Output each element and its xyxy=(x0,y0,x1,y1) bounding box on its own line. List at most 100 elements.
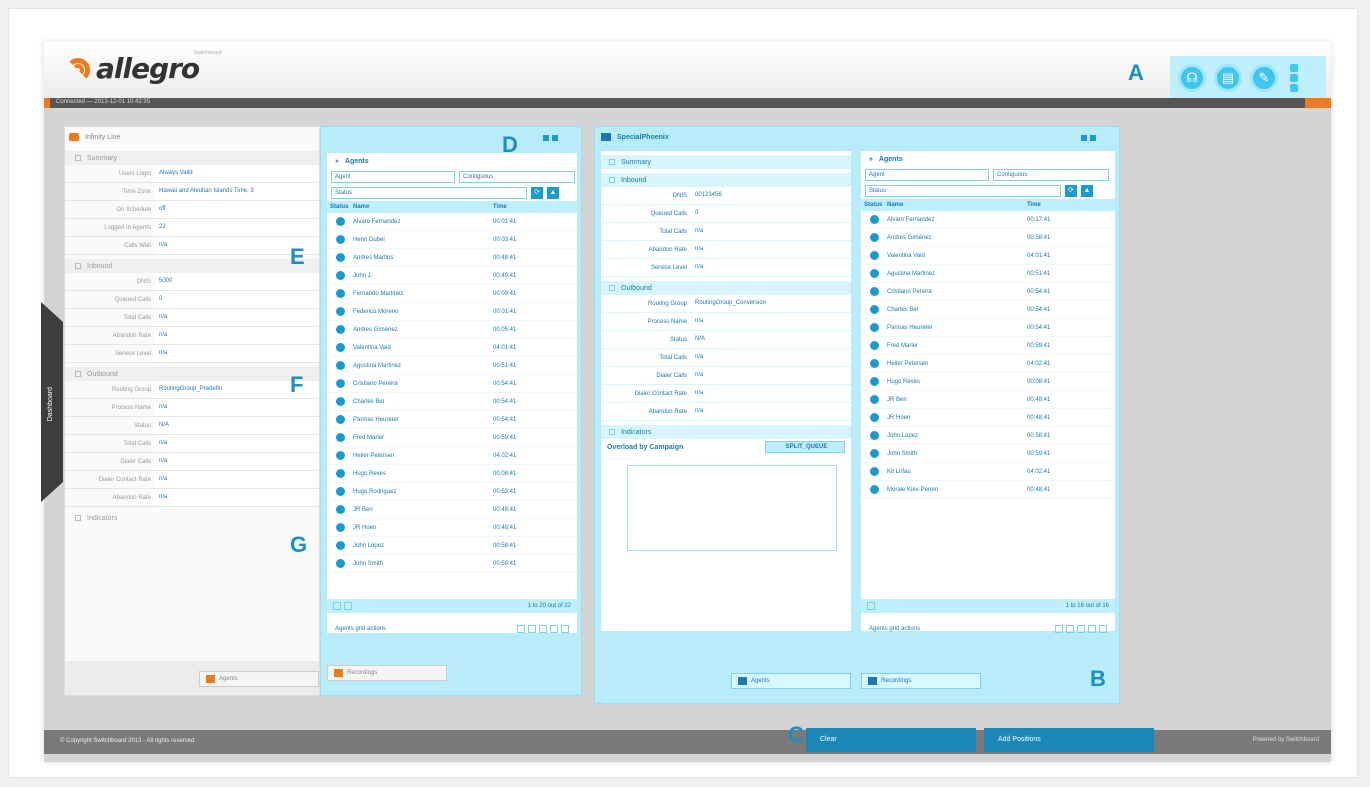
indicators-section-header[interactable]: Indicators xyxy=(65,511,319,525)
table-row[interactable]: Andres Giménez 00:58:41 xyxy=(861,229,1115,247)
table-row[interactable]: JR Ben 00:48:41 xyxy=(327,501,577,519)
wrench-icon[interactable]: ✎ xyxy=(1250,64,1278,92)
columns-icon[interactable] xyxy=(550,625,558,633)
table-row[interactable]: Parmas Heureter 00:54:41 xyxy=(861,319,1115,337)
agents-section-header[interactable]: » Agents xyxy=(861,151,1115,167)
filter-icon[interactable]: ▲ xyxy=(1081,185,1093,197)
table-row[interactable]: John Lopez 00:58:41 xyxy=(861,427,1115,445)
table-row[interactable]: Valentina Vaid 04:01:41 xyxy=(327,339,577,357)
table-row[interactable]: John Smith 00:59:41 xyxy=(327,555,577,573)
table-row[interactable]: Cristiano Pereira 00:54:41 xyxy=(861,283,1115,301)
print-icon[interactable] xyxy=(1066,625,1074,633)
recordings-button[interactable]: Recordings xyxy=(861,673,981,689)
status-select[interactable]: Status xyxy=(865,185,1061,197)
agents-button[interactable]: Agents xyxy=(731,673,851,689)
collapse-icon[interactable] xyxy=(75,371,81,377)
detail-label: Total Calls xyxy=(659,354,687,361)
grid-actions-label[interactable]: Agents grid actions xyxy=(335,626,386,632)
detail-value: 22 xyxy=(155,219,319,236)
minimize-icon[interactable] xyxy=(1290,64,1298,72)
headset-icon[interactable]: ☊ xyxy=(1178,64,1206,92)
copy-icon[interactable] xyxy=(1077,625,1085,633)
refresh-grid-icon[interactable] xyxy=(561,625,569,633)
close-icon[interactable] xyxy=(1290,84,1298,92)
clear-button[interactable]: Clear xyxy=(806,728,976,752)
detail-row: Calls Wait n/a xyxy=(65,237,319,255)
table-row[interactable]: Charles Bel 00:54:41 xyxy=(327,393,577,411)
table-row[interactable]: Parmas Heureter 00:54:41 xyxy=(327,411,577,429)
table-row[interactable]: John Smith 00:59:41 xyxy=(861,445,1115,463)
collapse-icon[interactable] xyxy=(75,155,81,161)
settings-icon[interactable] xyxy=(543,135,549,141)
agents-section-header[interactable]: » Agents xyxy=(327,153,577,169)
agents-button[interactable]: Agents xyxy=(199,671,319,687)
copy-icon[interactable] xyxy=(539,625,547,633)
table-row[interactable]: Morale Kiev-Penen 00:48:41 xyxy=(861,481,1115,499)
collapse-icon[interactable] xyxy=(609,177,615,183)
table-row[interactable]: Heiler Petersen 04:02:41 xyxy=(861,355,1115,373)
page-first-icon[interactable] xyxy=(333,602,341,610)
table-row[interactable]: John Lopez 00:58:41 xyxy=(327,537,577,555)
agent-filter-input[interactable]: Agent xyxy=(331,171,455,183)
table-row[interactable]: Hugo Reves 00:08:41 xyxy=(327,465,577,483)
table-row[interactable]: John J. 00:49:41 xyxy=(327,267,577,285)
columns-icon[interactable] xyxy=(1088,625,1096,633)
summary-section-header[interactable]: Summary xyxy=(601,155,851,169)
table-row[interactable]: Valentina Vaid 04:01:41 xyxy=(861,247,1115,265)
table-row[interactable]: JR Ben 00:48:41 xyxy=(861,391,1115,409)
table-row[interactable]: JR Hoen 00:48:41 xyxy=(327,519,577,537)
overload-select[interactable]: SPLIT_QUEUE xyxy=(765,441,845,453)
table-row[interactable]: Agustina Martinez 00:51:41 xyxy=(861,265,1115,283)
table-row[interactable]: Fred Marler 00:59:41 xyxy=(327,429,577,447)
collapse-icon[interactable] xyxy=(75,263,81,269)
table-row[interactable]: Heiler Petersen 04:02:41 xyxy=(327,447,577,465)
collapse-panel-icon[interactable] xyxy=(1090,135,1096,141)
table-row[interactable]: Fred Marler 00:59:41 xyxy=(861,337,1115,355)
outbound-section-header[interactable]: Outbound xyxy=(65,367,319,381)
page-prev-icon[interactable] xyxy=(344,602,352,610)
table-row[interactable]: Federico Moreno 00:01:41 xyxy=(327,303,577,321)
mode-select[interactable]: Contiguous xyxy=(993,169,1109,181)
agent-filter-input[interactable]: Agent xyxy=(865,169,989,181)
mode-select[interactable]: Contiguous xyxy=(459,171,575,183)
table-row[interactable]: Hugo Reves 00:08:41 xyxy=(861,373,1115,391)
dashboard-side-tab[interactable]: Dashboard xyxy=(41,302,63,502)
refresh-icon[interactable]: ⟳ xyxy=(1065,185,1077,197)
table-row[interactable]: Andres Giménez 00:05:41 xyxy=(327,321,577,339)
table-row[interactable]: Charles Bel 00:54:41 xyxy=(861,301,1115,319)
page-first-icon[interactable] xyxy=(867,602,875,610)
collapse-icon[interactable] xyxy=(609,285,615,291)
inbound-section-header[interactable]: Inbound xyxy=(65,259,319,273)
filter-icon[interactable]: ▲ xyxy=(547,187,559,199)
table-row[interactable]: Hugo Rodriguez 00:53:41 xyxy=(327,483,577,501)
inbound-section-header[interactable]: Inbound xyxy=(601,173,851,187)
collapse-icon[interactable] xyxy=(609,429,615,435)
refresh-grid-icon[interactable] xyxy=(1099,625,1107,633)
table-row[interactable]: Agustina Martinez 00:51:41 xyxy=(327,357,577,375)
table-row[interactable]: Andres Martins 00:48:41 xyxy=(327,249,577,267)
table-row[interactable]: Henri Dubel 00:03:41 xyxy=(327,231,577,249)
collapse-icon[interactable] xyxy=(75,515,81,521)
recordings-button[interactable]: Recordings xyxy=(327,665,447,681)
outbound-section-header[interactable]: Outbound xyxy=(601,281,851,295)
status-select[interactable]: Status xyxy=(331,187,527,199)
table-row[interactable]: Fernando Martinez 00:09:41 xyxy=(327,285,577,303)
table-row[interactable]: Alvaro Fernandez 00:01:41 xyxy=(327,213,577,231)
table-row[interactable]: Cristiano Pereira 00:54:41 xyxy=(327,375,577,393)
settings-icon[interactable] xyxy=(1081,135,1087,141)
table-row[interactable]: Alvaro Fernandez 00:17:41 xyxy=(861,211,1115,229)
print-icon[interactable] xyxy=(528,625,536,633)
summary-section-header[interactable]: Summary xyxy=(65,151,319,165)
maximize-icon[interactable] xyxy=(1290,74,1298,82)
refresh-icon[interactable]: ⟳ xyxy=(531,187,543,199)
add-positions-button[interactable]: Add Positions xyxy=(984,728,1154,752)
table-row[interactable]: Kit Lirfau 04:02:41 xyxy=(861,463,1115,481)
export-icon[interactable] xyxy=(1055,625,1063,633)
export-icon[interactable] xyxy=(517,625,525,633)
book-icon[interactable]: ▤ xyxy=(1214,64,1242,92)
indicators-section-header[interactable]: Indicators xyxy=(601,425,851,439)
collapse-panel-icon[interactable] xyxy=(552,135,558,141)
collapse-icon[interactable] xyxy=(609,159,615,165)
table-row[interactable]: JR Hoen 00:48:41 xyxy=(861,409,1115,427)
grid-actions-label[interactable]: Agents grid actions xyxy=(869,626,920,632)
